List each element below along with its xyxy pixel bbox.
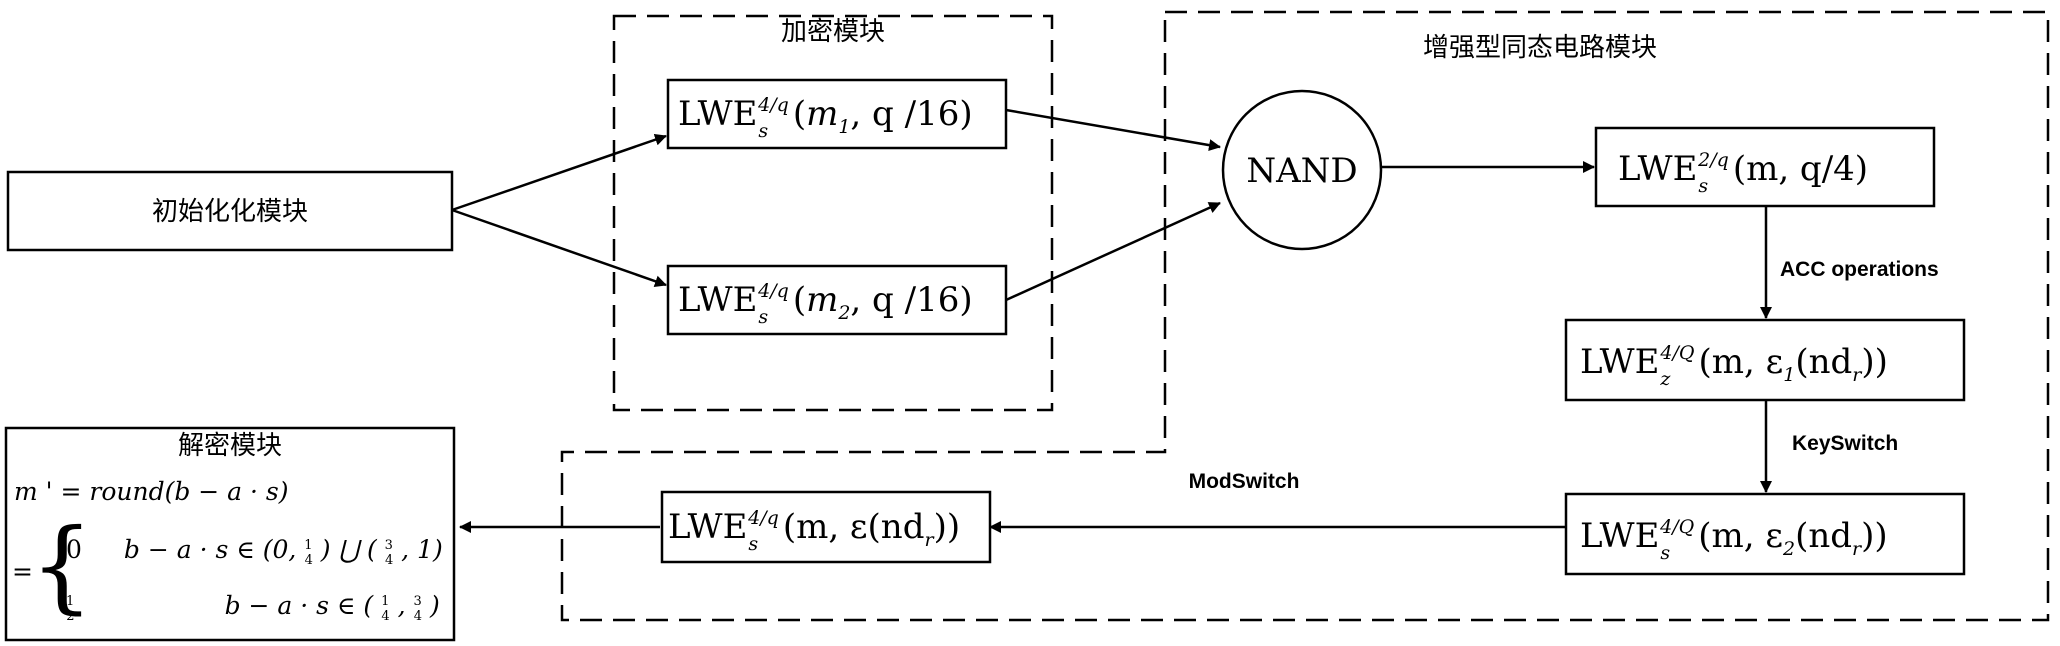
arrow-init-to-enc2 bbox=[451, 208, 667, 288]
decrypt-round-formula: m ' = round(b − a · s) bbox=[14, 477, 289, 506]
homomorphic-encryption-flow-diagram: 加密模块 增强型同态电路模块 ACC operations KeySwitch … bbox=[4, 10, 2050, 642]
arrow-enc2-to-nand bbox=[1005, 201, 1221, 302]
encryption-module-title: 加密模块 bbox=[781, 17, 885, 47]
arrow-enc1-to-nand bbox=[1005, 108, 1221, 152]
homomorphic-circuit-module-title: 增强型同态电路模块 bbox=[1423, 33, 1657, 63]
decrypt-module-title: 解密模块 bbox=[178, 431, 282, 461]
arrow-init-to-enc1 bbox=[451, 133, 667, 212]
acc-operations-label: ACC operations bbox=[1780, 258, 1939, 281]
decrypt-case-brace: { bbox=[30, 507, 94, 624]
keyswitch-label: KeySwitch bbox=[1792, 432, 1898, 455]
encryption-module-group bbox=[612, 14, 1054, 412]
modswitch-label: ModSwitch bbox=[1189, 470, 1300, 493]
init-module-label: 初始化化模块 bbox=[152, 197, 308, 227]
nand-gate-label: NAND bbox=[1246, 151, 1357, 191]
